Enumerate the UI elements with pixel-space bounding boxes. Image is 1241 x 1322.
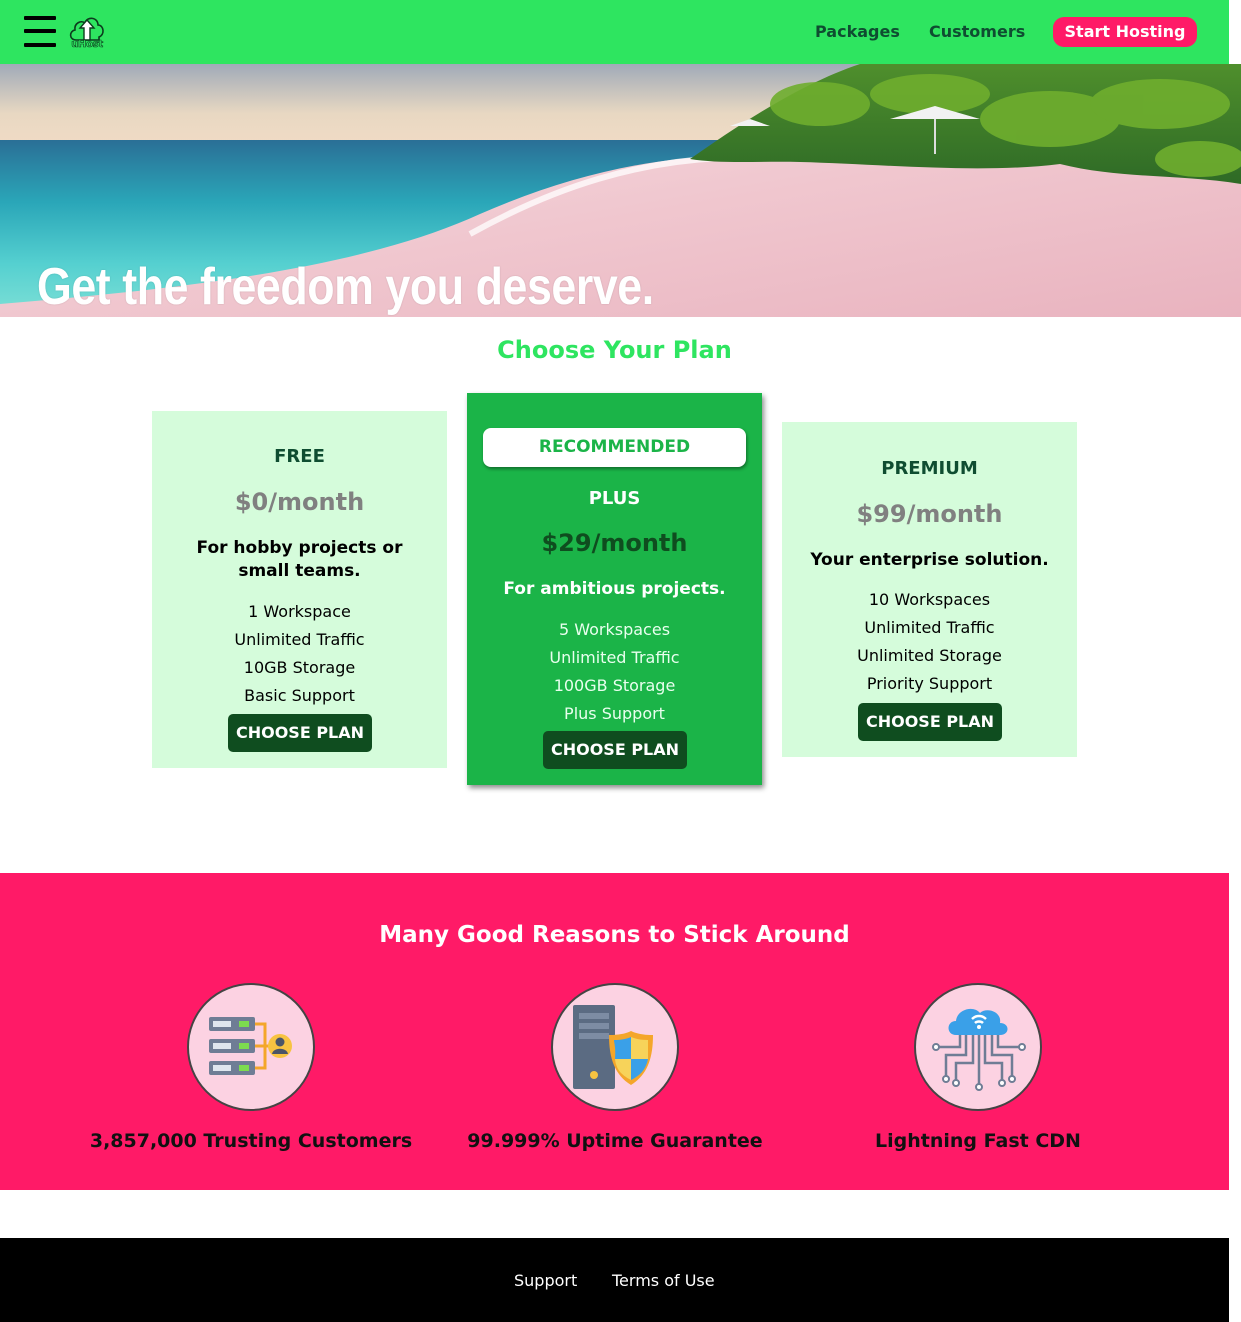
reason-icon-circle	[551, 983, 679, 1111]
plan-tagline: Your enterprise solution.	[810, 550, 1049, 570]
reasons-heading: Many Good Reasons to Stick Around	[379, 922, 850, 948]
plans-heading: Choose Your Plan	[497, 336, 732, 364]
plan-card-premium: PREMIUM $99/month Your enterprise soluti…	[782, 422, 1077, 757]
plan-feature: Unlimited Traffic	[864, 618, 995, 637]
reason-icon-circle	[187, 983, 315, 1111]
server-user-icon	[209, 1017, 292, 1075]
plan-feature: 10 Workspaces	[868, 590, 991, 609]
plan-card-free: FREE $0/month For hobby projects or smal…	[152, 411, 447, 768]
footer-terms-link[interactable]: Terms of Use	[612, 1271, 715, 1290]
plan-name: PLUS	[588, 488, 641, 509]
plan-feature: Basic Support	[244, 686, 355, 705]
recommended-badge: RECOMMENDED	[483, 428, 746, 467]
reason-label: 99.999% Uptime Guarantee	[467, 1130, 763, 1152]
plan-feature: Unlimited Traffic	[234, 630, 365, 649]
hamburger-menu-icon[interactable]	[24, 16, 56, 47]
logo-wordmark: uHost	[71, 39, 103, 51]
hero-banner: Get the freedom you deserve.	[0, 64, 1241, 317]
plan-feature: Unlimited Storage	[857, 646, 1002, 665]
nav-customers-link[interactable]: Customers	[929, 22, 1025, 41]
cloud-network-icon	[932, 1008, 1026, 1091]
plan-feature: 100GB Storage	[553, 676, 676, 695]
top-navigation-bar: uHost Packages Customers Start Hosting	[0, 0, 1229, 64]
plan-price: $29/month	[541, 529, 688, 557]
plan-feature: Priority Support	[866, 674, 993, 693]
plan-feature: Unlimited Traffic	[549, 648, 680, 667]
reason-label: Lightning Fast CDN	[875, 1130, 1081, 1152]
choose-plan-button-free[interactable]: CHOOSE PLAN	[228, 714, 372, 752]
plan-name: FREE	[274, 446, 325, 467]
choose-plan-button-plus[interactable]: CHOOSE PLAN	[543, 731, 687, 769]
plan-feature: Plus Support	[564, 704, 665, 723]
plan-feature: 5 Workspaces	[558, 620, 671, 639]
plan-card-plus: RECOMMENDED PLUS $29/month For ambitious…	[467, 393, 762, 785]
nav-packages-link[interactable]: Packages	[815, 22, 900, 41]
server-shield-icon	[573, 1005, 653, 1089]
hero-headline: Get the freedom you deserve.	[37, 258, 654, 316]
reason-label: 3,857,000 Trusting Customers	[89, 1130, 413, 1152]
plan-tagline: For hobby projects or small teams.	[196, 538, 403, 581]
reasons-section: Many Good Reasons to Stick Around 3,857,…	[0, 873, 1229, 1190]
plan-feature: 10GB Storage	[243, 658, 356, 677]
plan-feature: 1 Workspace	[248, 602, 351, 621]
start-hosting-button[interactable]: Start Hosting	[1053, 17, 1197, 47]
page-footer: Support Terms of Use	[0, 1238, 1229, 1322]
footer-support-link[interactable]: Support	[514, 1271, 577, 1290]
reason-icon-circle	[914, 983, 1042, 1111]
plan-name: PREMIUM	[881, 458, 978, 479]
plan-price: $99/month	[856, 500, 1003, 528]
choose-plan-button-premium[interactable]: CHOOSE PLAN	[858, 703, 1002, 741]
plan-tagline: For ambitious projects.	[503, 579, 726, 599]
uhost-logo[interactable]: uHost	[66, 10, 108, 54]
plan-price: $0/month	[234, 488, 365, 516]
